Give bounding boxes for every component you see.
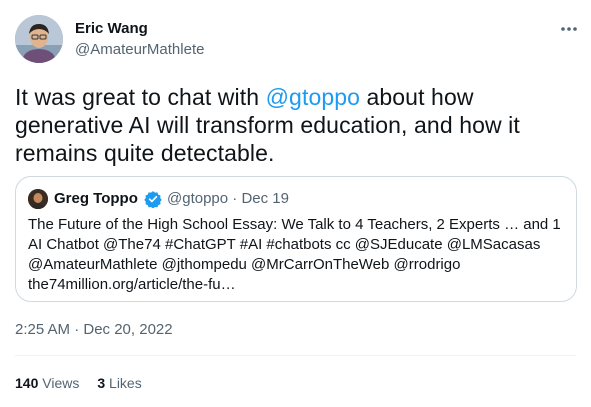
likes-count: 3 [97, 375, 106, 391]
quote-text-line: AI Chatbot @The74 #ChatGPT #AI #chatbots… [28, 236, 541, 253]
views-stat[interactable]: 140 Views [15, 375, 79, 391]
quote-author-avatar[interactable] [28, 189, 48, 209]
verified-badge-icon [144, 191, 162, 208]
views-count: 140 [15, 375, 39, 391]
tweet: Eric Wang @AmateurMathlete It was great … [0, 0, 591, 407]
quote-text-line: the74million.org/article/the-fu… [28, 276, 236, 293]
quote-text: The Future of the High School Essay: We … [28, 215, 568, 295]
quote-author-handle[interactable]: @gtoppo [167, 190, 228, 207]
likes-label: Likes [109, 375, 142, 391]
quote-meta: @gtoppo · Dec 19 [167, 190, 289, 208]
more-horizontal-icon [561, 27, 577, 31]
author-avatar[interactable] [15, 15, 63, 63]
quote-author-name[interactable]: Greg Toppo [54, 190, 138, 208]
likes-stat[interactable]: 3 Likes [97, 375, 141, 391]
tweet-stats: 140 Views 3 Likes [15, 373, 142, 393]
author-handle[interactable]: @AmateurMathlete [75, 41, 204, 59]
quote-text-line: @AmateurMathlete @jthompedu @MrCarrOnThe… [28, 256, 461, 273]
mention-link[interactable]: @gtoppo [266, 84, 360, 110]
divider [15, 355, 576, 356]
tweet-text: It was great to chat with @gtoppo about … [15, 83, 575, 167]
views-label: Views [42, 375, 80, 391]
quote-text-line: The Future of the High School Essay: We … [28, 216, 561, 233]
more-options-button[interactable] [556, 16, 582, 42]
quote-date[interactable]: Dec 19 [241, 190, 289, 207]
author-name[interactable]: Eric Wang [75, 20, 148, 38]
quoted-tweet[interactable]: Greg Toppo @gtoppo · Dec 19 The Future o… [15, 176, 577, 302]
tweet-timestamp[interactable]: 2:25 AM · Dec 20, 2022 [15, 320, 173, 340]
quote-separator: · [232, 190, 238, 207]
tweet-text-before: It was great to chat with [15, 84, 266, 110]
